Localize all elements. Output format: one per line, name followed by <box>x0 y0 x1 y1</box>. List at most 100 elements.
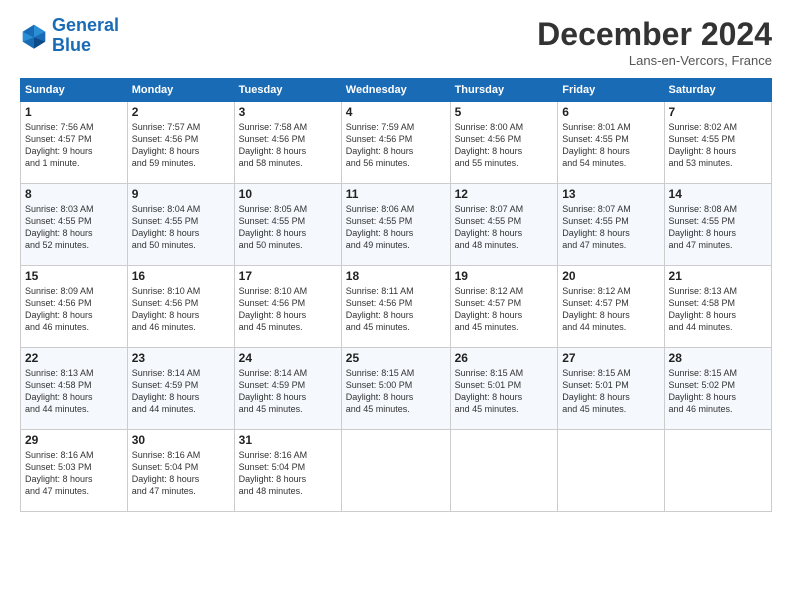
calendar-cell: 1Sunrise: 7:56 AM Sunset: 4:57 PM Daylig… <box>21 102 128 184</box>
day-number: 8 <box>25 187 123 201</box>
calendar-header-row: SundayMondayTuesdayWednesdayThursdayFrid… <box>21 79 772 102</box>
day-number: 21 <box>669 269 767 283</box>
day-number: 27 <box>562 351 659 365</box>
calendar-cell: 13 Sunrise: 8:07 AM Sunset: 4:55 PM Dayli… <box>558 184 664 266</box>
calendar-header-sunday: Sunday <box>21 79 128 102</box>
day-number: 6 <box>562 105 659 119</box>
day-number: 15 <box>25 269 123 283</box>
day-number: 16 <box>132 269 230 283</box>
day-info: Sunrise: 8:14 AM Sunset: 4:59 PM Dayligh… <box>239 367 337 416</box>
calendar-cell: 2 Sunrise: 7:57 AM Sunset: 4:56 PM Daylig… <box>127 102 234 184</box>
day-info: Sunrise: 8:08 AM Sunset: 4:55 PM Dayligh… <box>669 203 767 252</box>
title-block: December 2024 Lans-en-Vercors, France <box>537 16 772 68</box>
day-info: Sunrise: 8:15 AM Sunset: 5:01 PM Dayligh… <box>562 367 659 416</box>
day-number: 25 <box>346 351 446 365</box>
day-number: 20 <box>562 269 659 283</box>
day-info: Sunrise: 7:56 AM Sunset: 4:57 PM Dayligh… <box>25 121 123 170</box>
day-number: 24 <box>239 351 337 365</box>
day-info: Sunrise: 8:12 AM Sunset: 4:57 PM Dayligh… <box>562 285 659 334</box>
calendar-cell: 17Sunrise: 8:10 AM Sunset: 4:56 PM Dayli… <box>234 266 341 348</box>
calendar-cell: 25 Sunrise: 8:15 AM Sunset: 5:00 PM Dayli… <box>341 348 450 430</box>
logo-text: General Blue <box>52 16 119 56</box>
day-number: 4 <box>346 105 446 119</box>
calendar-cell: 9Sunrise: 8:04 AM Sunset: 4:55 PM Daylig… <box>127 184 234 266</box>
day-number: 18 <box>346 269 446 283</box>
logo-line2: Blue <box>52 35 91 55</box>
day-info: Sunrise: 8:02 AM Sunset: 4:55 PM Dayligh… <box>669 121 767 170</box>
day-info: Sunrise: 8:13 AM Sunset: 4:58 PM Dayligh… <box>669 285 767 334</box>
day-info: Sunrise: 8:05 AM Sunset: 4:55 PM Dayligh… <box>239 203 337 252</box>
calendar-cell: 11Sunrise: 8:06 AM Sunset: 4:55 PM Dayli… <box>341 184 450 266</box>
calendar-header-tuesday: Tuesday <box>234 79 341 102</box>
month-title: December 2024 <box>537 16 772 53</box>
calendar-cell: 15Sunrise: 8:09 AM Sunset: 4:56 PM Dayli… <box>21 266 128 348</box>
calendar-cell <box>664 430 771 512</box>
logo: General Blue <box>20 16 119 56</box>
calendar-week-5: 29 Sunrise: 8:16 AM Sunset: 5:03 PM Dayli… <box>21 430 772 512</box>
calendar-cell <box>341 430 450 512</box>
calendar-cell: 24 Sunrise: 8:14 AM Sunset: 4:59 PM Dayli… <box>234 348 341 430</box>
calendar-cell: 26Sunrise: 8:15 AM Sunset: 5:01 PM Dayli… <box>450 348 558 430</box>
calendar-cell: 7 Sunrise: 8:02 AM Sunset: 4:55 PM Daylig… <box>664 102 771 184</box>
day-number: 19 <box>455 269 554 283</box>
day-info: Sunrise: 8:15 AM Sunset: 5:00 PM Dayligh… <box>346 367 446 416</box>
calendar-cell: 18 Sunrise: 8:11 AM Sunset: 4:56 PM Dayli… <box>341 266 450 348</box>
day-info: Sunrise: 8:06 AM Sunset: 4:55 PM Dayligh… <box>346 203 446 252</box>
day-info: Sunrise: 8:11 AM Sunset: 4:56 PM Dayligh… <box>346 285 446 334</box>
calendar-cell: 29 Sunrise: 8:16 AM Sunset: 5:03 PM Dayli… <box>21 430 128 512</box>
calendar-header-friday: Friday <box>558 79 664 102</box>
calendar-cell <box>450 430 558 512</box>
day-info: Sunrise: 8:07 AM Sunset: 4:55 PM Dayligh… <box>455 203 554 252</box>
day-info: Sunrise: 8:07 AM Sunset: 4:55 PM Dayligh… <box>562 203 659 252</box>
day-info: Sunrise: 8:16 AM Sunset: 5:04 PM Dayligh… <box>132 449 230 498</box>
calendar-cell: 21 Sunrise: 8:13 AM Sunset: 4:58 PM Dayli… <box>664 266 771 348</box>
day-info: Sunrise: 8:04 AM Sunset: 4:55 PM Dayligh… <box>132 203 230 252</box>
calendar-cell: 12Sunrise: 8:07 AM Sunset: 4:55 PM Dayli… <box>450 184 558 266</box>
calendar-cell: 3 Sunrise: 7:58 AM Sunset: 4:56 PM Daylig… <box>234 102 341 184</box>
day-number: 29 <box>25 433 123 447</box>
day-number: 17 <box>239 269 337 283</box>
calendar-cell: 8 Sunrise: 8:03 AM Sunset: 4:55 PM Daylig… <box>21 184 128 266</box>
calendar-cell: 28 Sunrise: 8:15 AM Sunset: 5:02 PM Dayli… <box>664 348 771 430</box>
day-info: Sunrise: 7:59 AM Sunset: 4:56 PM Dayligh… <box>346 121 446 170</box>
day-number: 3 <box>239 105 337 119</box>
location: Lans-en-Vercors, France <box>537 53 772 68</box>
calendar-cell: 23 Sunrise: 8:14 AM Sunset: 4:59 PM Dayli… <box>127 348 234 430</box>
day-number: 22 <box>25 351 123 365</box>
day-number: 26 <box>455 351 554 365</box>
logo-line1: General <box>52 15 119 35</box>
calendar-cell: 20 Sunrise: 8:12 AM Sunset: 4:57 PM Dayli… <box>558 266 664 348</box>
day-info: Sunrise: 7:57 AM Sunset: 4:56 PM Dayligh… <box>132 121 230 170</box>
calendar-cell <box>558 430 664 512</box>
day-number: 5 <box>455 105 554 119</box>
day-number: 13 <box>562 187 659 201</box>
day-number: 2 <box>132 105 230 119</box>
day-number: 31 <box>239 433 337 447</box>
calendar-cell: 14 Sunrise: 8:08 AM Sunset: 4:55 PM Dayli… <box>664 184 771 266</box>
day-info: Sunrise: 7:58 AM Sunset: 4:56 PM Dayligh… <box>239 121 337 170</box>
day-info: Sunrise: 8:10 AM Sunset: 4:56 PM Dayligh… <box>132 285 230 334</box>
day-number: 14 <box>669 187 767 201</box>
calendar-header-saturday: Saturday <box>664 79 771 102</box>
day-number: 7 <box>669 105 767 119</box>
calendar-header-wednesday: Wednesday <box>341 79 450 102</box>
day-info: Sunrise: 8:01 AM Sunset: 4:55 PM Dayligh… <box>562 121 659 170</box>
calendar-week-4: 22Sunrise: 8:13 AM Sunset: 4:58 PM Dayli… <box>21 348 772 430</box>
calendar-header-monday: Monday <box>127 79 234 102</box>
day-info: Sunrise: 8:16 AM Sunset: 5:03 PM Dayligh… <box>25 449 123 498</box>
calendar-cell: 16 Sunrise: 8:10 AM Sunset: 4:56 PM Dayli… <box>127 266 234 348</box>
calendar-cell: 19 Sunrise: 8:12 AM Sunset: 4:57 PM Dayli… <box>450 266 558 348</box>
page: General Blue December 2024 Lans-en-Verco… <box>0 0 792 612</box>
day-info: Sunrise: 8:12 AM Sunset: 4:57 PM Dayligh… <box>455 285 554 334</box>
day-info: Sunrise: 8:16 AM Sunset: 5:04 PM Dayligh… <box>239 449 337 498</box>
calendar-cell: 10Sunrise: 8:05 AM Sunset: 4:55 PM Dayli… <box>234 184 341 266</box>
calendar: SundayMondayTuesdayWednesdayThursdayFrid… <box>20 78 772 512</box>
calendar-cell: 6 Sunrise: 8:01 AM Sunset: 4:55 PM Daylig… <box>558 102 664 184</box>
day-number: 23 <box>132 351 230 365</box>
header: General Blue December 2024 Lans-en-Verco… <box>20 16 772 68</box>
day-info: Sunrise: 8:03 AM Sunset: 4:55 PM Dayligh… <box>25 203 123 252</box>
day-info: Sunrise: 8:14 AM Sunset: 4:59 PM Dayligh… <box>132 367 230 416</box>
day-number: 30 <box>132 433 230 447</box>
day-info: Sunrise: 8:15 AM Sunset: 5:02 PM Dayligh… <box>669 367 767 416</box>
day-number: 28 <box>669 351 767 365</box>
